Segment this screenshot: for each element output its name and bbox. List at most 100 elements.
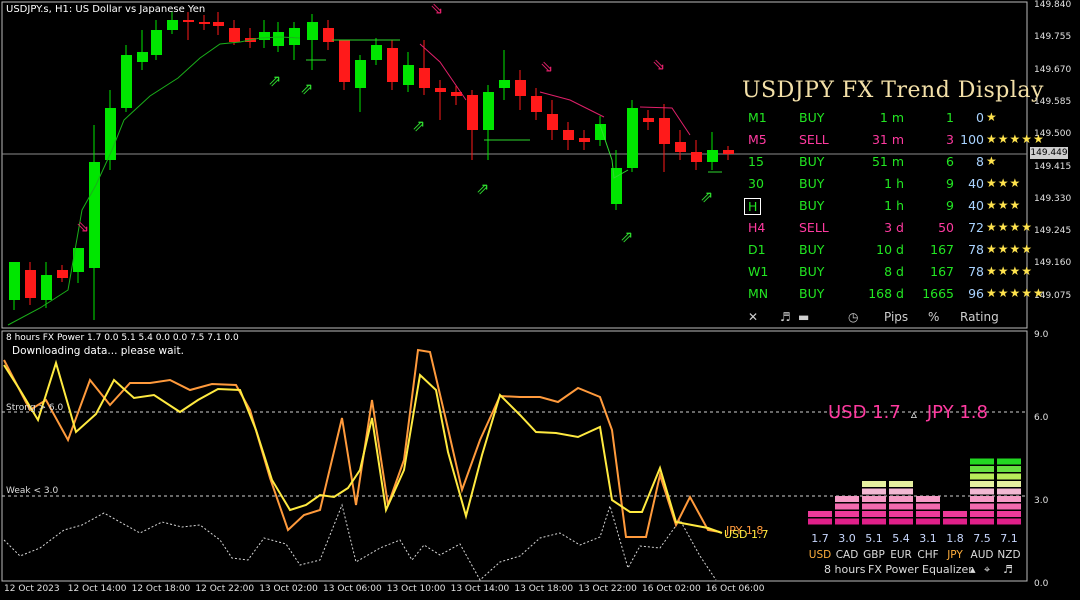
- equalizer-currency[interactable]: EUR: [886, 549, 916, 561]
- equalizer-segment: [997, 503, 1021, 510]
- candle-body: [57, 270, 68, 278]
- candle-body: [371, 45, 382, 60]
- rating-stars: ★★★★★: [986, 132, 1045, 146]
- sell-arrow-icon: ⇘: [652, 55, 665, 74]
- equalizer-segment: [997, 473, 1021, 480]
- timeframe-label: H4: [748, 220, 766, 235]
- candle-body: [25, 270, 36, 298]
- duration-label: 1 h: [884, 198, 904, 213]
- price-tick: 149.755: [1034, 32, 1072, 43]
- direction-label: SELL: [799, 220, 829, 235]
- pips-value: 9: [946, 198, 954, 213]
- equalizer-value: 1.8: [946, 532, 964, 545]
- candle-body: [307, 22, 318, 40]
- equalizer-segment: [970, 496, 994, 502]
- equalizer-currency[interactable]: JPY: [940, 549, 970, 561]
- strong-label: Strong > 6.0: [6, 403, 64, 413]
- alert-icon[interactable]: ▬: [798, 310, 809, 324]
- time-tick: 13 Oct 06:00: [323, 584, 382, 594]
- timeframe-label: D1: [748, 242, 766, 257]
- candle-body: [41, 275, 52, 300]
- candle-body: [213, 22, 224, 26]
- equalizer-currency[interactable]: CAD: [832, 549, 862, 561]
- rating-stars: ★★★: [986, 198, 1022, 212]
- equalizer-segment: [997, 511, 1021, 517]
- weak-label: Weak < 3.0: [6, 486, 59, 496]
- rating-header: Rating: [960, 310, 999, 324]
- equalizer-currency[interactable]: GBP: [859, 549, 889, 561]
- candle-body: [151, 30, 162, 55]
- equalizer-segment: [916, 496, 940, 502]
- time-tick: 13 Oct 18:00: [514, 584, 574, 594]
- equalizer-segment: [862, 518, 886, 525]
- equalizer-value: 1.7: [811, 532, 829, 545]
- period-label[interactable]: 8 hours: [824, 563, 865, 576]
- candle-body: [289, 28, 300, 45]
- equalizer-segment: [997, 488, 1021, 495]
- equalizer-segment: [862, 503, 886, 510]
- equalizer-segment: [889, 496, 913, 502]
- crosshair-icon[interactable]: ⌖: [984, 563, 990, 577]
- equalizer-segment: [916, 511, 940, 517]
- equalizer-segment: [835, 518, 859, 525]
- fxpower-label[interactable]: FX Power: [868, 563, 919, 576]
- candle-body: [199, 22, 210, 24]
- candle-body: [659, 118, 670, 144]
- direction-label: BUY: [799, 264, 825, 279]
- equalizer-value: 7.1: [1000, 532, 1018, 545]
- duration-label: 51 m: [871, 154, 904, 169]
- equalizer-segment: [835, 496, 859, 502]
- close-icon[interactable]: ✕: [748, 310, 758, 324]
- clock-icon[interactable]: ◷: [848, 310, 858, 324]
- candle-body: [9, 262, 20, 300]
- trend-row: H4 SELL 3 d 50 72 ★★★★: [744, 217, 1044, 239]
- buy-arrow-icon: ⇗: [620, 227, 633, 246]
- equalizer-segment: [970, 488, 994, 495]
- equalizer-segment: [997, 458, 1021, 465]
- sound-icon[interactable]: ♬: [780, 310, 791, 324]
- candle-body: [403, 65, 414, 85]
- signal-arrows: ⇗ ⇗ ⇗ ⇗ ⇗ ⇗ ⇘ ⇘ ⇘ ⇘: [76, 0, 713, 246]
- percent-value: 100: [960, 132, 984, 147]
- candle-body: [691, 152, 702, 162]
- equalizer-segment: [808, 518, 832, 525]
- equalizer-segment: [862, 488, 886, 495]
- timeframe-label: MN: [748, 286, 769, 301]
- indicator-tick: 9.0: [1034, 330, 1049, 340]
- equalizer-value: 3.0: [838, 532, 856, 545]
- equalizer-segment: [889, 488, 913, 495]
- equalizer-value: 5.4: [892, 532, 910, 545]
- direction-label: BUY: [799, 242, 825, 257]
- candle-body: [611, 168, 622, 204]
- equalizer-currency[interactable]: CHF: [913, 549, 943, 561]
- pips-value: 167: [930, 242, 954, 257]
- candle-body: [723, 150, 734, 154]
- timeframe-label[interactable]: H: [744, 198, 762, 215]
- candle-body: [483, 92, 494, 130]
- equalizer-segment: [970, 458, 994, 465]
- trend-row: W1 BUY 8 d 167 78 ★★★★: [744, 261, 1044, 283]
- time-tick: 12 Oct 22:00: [195, 584, 255, 594]
- equalizer-currency[interactable]: USD: [805, 549, 835, 561]
- equalizer-segment: [862, 511, 886, 517]
- sound-icon[interactable]: ♬: [1003, 563, 1013, 576]
- equalizer-currency[interactable]: AUD: [967, 549, 997, 561]
- equalizer-mode-label[interactable]: Equalizer: [922, 563, 973, 576]
- direction-label: BUY: [799, 176, 825, 191]
- equalizer-segment: [970, 481, 994, 487]
- timeframe-label: M5: [748, 132, 767, 147]
- equalizer-segment: [862, 481, 886, 487]
- rating-stars: ★★★★★: [986, 286, 1045, 300]
- equalizer-segment: [997, 466, 1021, 472]
- rating-stars: ★★★★: [986, 242, 1034, 256]
- candle-body: [547, 114, 558, 130]
- usd-line-tag: USD 1.7: [724, 528, 769, 541]
- percent-value: 8: [976, 154, 984, 169]
- equalizer-bars: [808, 458, 1021, 525]
- percent-value: 40: [968, 198, 984, 213]
- time-tick: 13 Oct 22:00: [578, 584, 637, 594]
- candle-body: [273, 32, 284, 46]
- up-arrow-icon[interactable]: ▴: [970, 563, 976, 576]
- trend-row: H BUY 1 h 9 40 ★★★: [744, 195, 1044, 217]
- equalizer-currency[interactable]: NZD: [994, 549, 1024, 561]
